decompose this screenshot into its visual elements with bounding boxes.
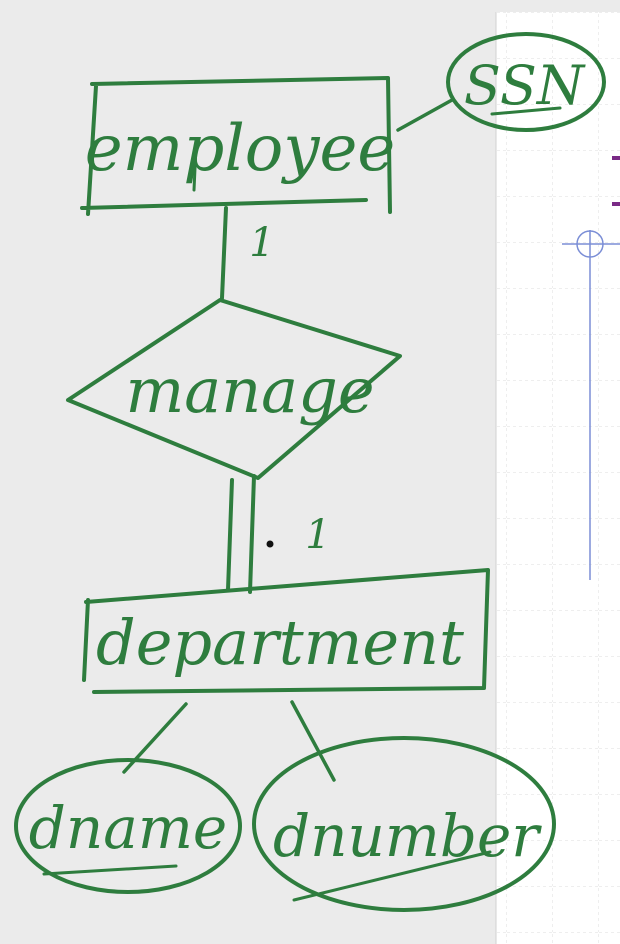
relationship-manage[interactable]: manage <box>66 298 402 480</box>
connector-employee-manage <box>220 206 228 300</box>
attribute-dname-label: dname <box>29 794 227 862</box>
pen-dot <box>266 540 274 548</box>
attribute-ssn-label: SSN <box>464 54 586 117</box>
attribute-dname[interactable]: dname <box>14 702 242 894</box>
relationship-manage-label: manage <box>125 354 374 427</box>
entity-department[interactable]: department <box>82 568 490 694</box>
entity-department-label: department <box>96 606 464 679</box>
connector-manage-department <box>226 474 256 594</box>
attribute-dnumber-label: dnumber <box>273 802 542 870</box>
entity-employee-label: employee <box>85 112 395 186</box>
cardinality-department: 1 <box>305 512 330 558</box>
cardinality-employee: 1 <box>249 220 274 266</box>
entity-employee[interactable]: employee <box>80 76 395 216</box>
er-diagram-canvas: employee SSN 1 manage 1 department dname <box>14 12 620 944</box>
